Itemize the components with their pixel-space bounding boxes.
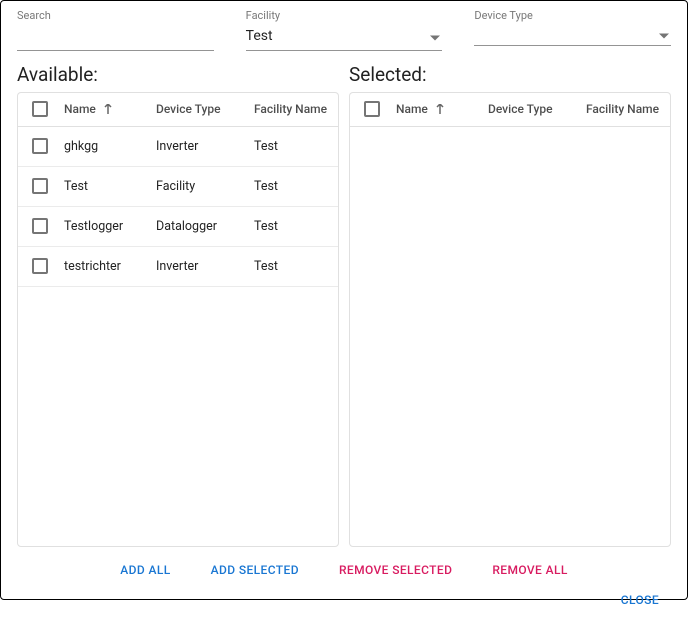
select-all-checkbox[interactable] (32, 101, 48, 117)
remove-selected-button[interactable]: REMOVE SELECTED (331, 557, 460, 583)
selected-panel: Selected: Name Device Type (349, 59, 671, 547)
cell-device: Datalogger (150, 206, 248, 246)
col-name-header[interactable]: Name (64, 102, 96, 116)
col-facility-header[interactable]: Facility Name (586, 102, 659, 116)
device-type-value (474, 24, 671, 45)
available-panel: Available: Name Device Type (17, 59, 339, 547)
facility-value: Test (246, 24, 443, 50)
cell-name: Test (58, 166, 150, 206)
add-selected-button[interactable]: ADD SELECTED (203, 557, 307, 583)
search-label: Search (17, 9, 214, 22)
table-row[interactable]: Test Facility Test (18, 166, 338, 206)
search-field: Search (17, 9, 214, 51)
search-input[interactable] (17, 24, 214, 51)
close-button[interactable]: CLOSE (613, 587, 667, 613)
cell-device: Facility (150, 166, 248, 206)
cell-name: ghkgg (58, 126, 150, 166)
dialog-actions: CLOSE (17, 583, 671, 619)
available-table: Name Device Type Facility Name (17, 92, 339, 547)
cell-device: Inverter (150, 246, 248, 286)
cell-facility: Test (248, 206, 338, 246)
facility-select[interactable]: Test (246, 24, 443, 51)
remove-all-button[interactable]: REMOVE ALL (484, 557, 575, 583)
cell-facility: Test (248, 126, 338, 166)
actions-row: ADD ALL ADD SELECTED REMOVE SELECTED REM… (17, 557, 671, 583)
table-row[interactable]: testrichter Inverter Test (18, 246, 338, 286)
table-row[interactable]: Testlogger Datalogger Test (18, 206, 338, 246)
facility-field: Facility Test (246, 9, 443, 51)
col-facility-header[interactable]: Facility Name (254, 102, 327, 116)
row-checkbox[interactable] (32, 138, 48, 154)
col-name-header[interactable]: Name (396, 102, 428, 116)
col-device-header[interactable]: Device Type (156, 102, 221, 116)
add-all-button[interactable]: ADD ALL (112, 557, 178, 583)
row-checkbox[interactable] (32, 258, 48, 274)
device-type-field: Device Type (474, 9, 671, 51)
cell-facility: Test (248, 246, 338, 286)
cell-name: Testlogger (58, 206, 150, 246)
sort-asc-icon (103, 103, 113, 117)
filters-bar: Search Facility Test Device Type (17, 9, 671, 51)
device-type-label: Device Type (474, 9, 671, 22)
facility-label: Facility (246, 9, 443, 22)
available-title: Available: (17, 63, 339, 86)
select-all-checkbox[interactable] (364, 101, 380, 117)
cell-device: Inverter (150, 126, 248, 166)
table-row[interactable]: ghkgg Inverter Test (18, 126, 338, 166)
row-checkbox[interactable] (32, 218, 48, 234)
cell-facility: Test (248, 166, 338, 206)
selected-table: Name Device Type Facility Name (349, 92, 671, 547)
col-device-header[interactable]: Device Type (488, 102, 553, 116)
sort-asc-icon (435, 103, 445, 117)
device-type-select[interactable] (474, 24, 671, 46)
row-checkbox[interactable] (32, 178, 48, 194)
cell-name: testrichter (58, 246, 150, 286)
selected-title: Selected: (349, 63, 671, 86)
